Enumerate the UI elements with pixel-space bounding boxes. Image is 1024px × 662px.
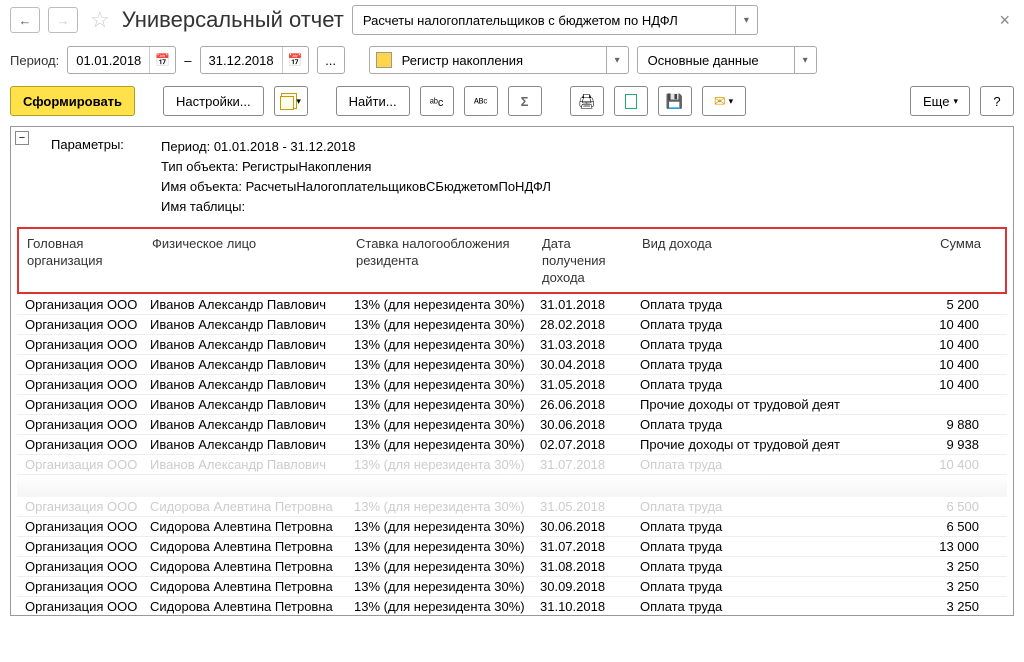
copy-settings-button[interactable]: ▾ xyxy=(274,86,308,116)
table-row[interactable]: Организация ОООИванов Александр Павлович… xyxy=(17,295,1007,315)
forward-button[interactable]: → xyxy=(48,7,78,33)
params-label: Параметры: xyxy=(51,137,141,217)
register-icon xyxy=(376,52,392,68)
calendar-icon[interactable]: 📅 xyxy=(282,47,308,73)
generate-button[interactable]: Сформировать xyxy=(10,86,135,116)
report-select[interactable]: Расчеты налогоплательщиков с бюджетом по… xyxy=(352,5,758,35)
table-header: Головная организация Физическое лицо Ста… xyxy=(17,227,1007,294)
more-button[interactable]: Еще▾ xyxy=(910,86,970,116)
close-icon[interactable]: × xyxy=(999,10,1010,31)
find-button[interactable]: Найти... xyxy=(336,86,410,116)
sum-button[interactable] xyxy=(508,86,542,116)
save-button[interactable] xyxy=(658,86,692,116)
period-ellipsis-button[interactable]: ... xyxy=(317,46,345,74)
col-org: Головная организация xyxy=(19,229,144,292)
table-row[interactable]: Организация ОООИванов Александр Павлович… xyxy=(17,435,1007,455)
col-person: Физическое лицо xyxy=(144,229,348,292)
collapse-handle[interactable]: − xyxy=(15,131,29,145)
col-income-type: Вид дохода xyxy=(634,229,914,292)
document-button[interactable] xyxy=(614,86,648,116)
chevron-down-icon[interactable]: ▾ xyxy=(735,6,757,34)
period-label: Период: xyxy=(10,53,59,68)
table-row[interactable]: Организация ООО Сидорова Алевтина Петров… xyxy=(17,497,1007,517)
print-button[interactable] xyxy=(570,86,604,116)
collapse-button[interactable] xyxy=(464,86,498,116)
settings-button[interactable]: Настройки... xyxy=(163,86,264,116)
table-row[interactable]: Организация ОООСидорова Алевтина Петровн… xyxy=(17,517,1007,537)
table-row[interactable]: Организация ОООИванов Александр Павлович… xyxy=(17,335,1007,355)
back-button[interactable]: ← xyxy=(10,7,40,33)
col-rate: Ставка налогообложения резидента xyxy=(348,229,534,292)
table-row[interactable]: Организация ОООИванов Александр Павлович… xyxy=(17,375,1007,395)
expand-button[interactable] xyxy=(420,86,454,116)
table-row[interactable]: Организация ОООСидорова Алевтина Петровн… xyxy=(17,557,1007,577)
date-from-input[interactable]: 01.01.2018 📅 xyxy=(67,46,176,74)
mail-button[interactable]: ▾ xyxy=(702,86,746,116)
params-lines: Период: 01.01.2018 - 31.12.2018 Тип объе… xyxy=(161,137,551,217)
table-row[interactable]: Организация ОООИванов Александр Павлович… xyxy=(17,355,1007,375)
col-date: Дата получения дохода xyxy=(534,229,634,292)
table-row[interactable]: Организация ОООИванов Александр Павлович… xyxy=(17,415,1007,435)
table-row[interactable]: Организация ОООИванов Александр Павлович… xyxy=(17,395,1007,415)
page-title: Универсальный отчет xyxy=(122,7,344,33)
table-row[interactable]: Организация ООО Иванов Александр Павлови… xyxy=(17,455,1007,475)
table-row[interactable]: Организация ОООСидорова Алевтина Петровн… xyxy=(17,597,1007,616)
calendar-icon[interactable]: 📅 xyxy=(149,47,175,73)
col-sum: Сумма xyxy=(914,229,989,292)
table-row[interactable]: Организация ОООСидорова Алевтина Петровн… xyxy=(17,577,1007,597)
table-row[interactable]: Организация ОООСидорова Алевтина Петровн… xyxy=(17,537,1007,557)
register-type-select[interactable]: Регистр накопления ▾ xyxy=(369,46,629,74)
data-mode-select[interactable]: Основные данные ▾ xyxy=(637,46,817,74)
help-button[interactable]: ? xyxy=(980,86,1014,116)
chevron-down-icon[interactable]: ▾ xyxy=(794,47,816,73)
star-icon[interactable]: ☆ xyxy=(90,7,110,33)
report-area: − Параметры: Период: 01.01.2018 - 31.12.… xyxy=(10,126,1014,616)
chevron-down-icon[interactable]: ▾ xyxy=(606,47,628,73)
date-to-input[interactable]: 31.12.2018 📅 xyxy=(200,46,309,74)
table-row[interactable]: Организация ОООИванов Александр Павлович… xyxy=(17,315,1007,335)
